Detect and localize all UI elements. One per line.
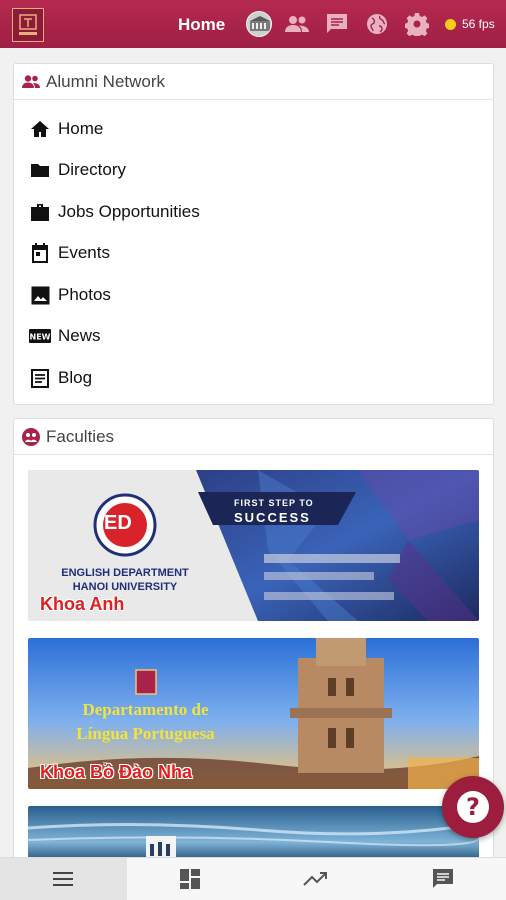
nav-trending-button[interactable] [253,858,380,900]
menu-item-label: Home [58,119,104,138]
banner-tagline-bottom: SUCCESS [234,510,311,525]
menu-item-label: Photos [58,285,111,304]
university-logo[interactable] [12,8,44,42]
alumni-network-card: Alumni Network Home Directory Jobs Oppor… [13,63,494,405]
faculties-header: Faculties [14,419,493,455]
banner-caption: Khoa Anh [40,594,125,614]
trending-icon [303,872,328,886]
english-dept-line2: HANOI UNIVERSITY [72,581,178,593]
fps-indicator-dot [445,19,456,30]
banner-tagline-top: FIRST STEP TO [234,498,314,508]
briefcase-icon [29,201,51,223]
menu-icon [53,872,74,886]
chat-icon [432,869,453,888]
folder-icon [29,159,51,181]
english-dept-line1: ENGLISH DEPARTMENT [61,567,189,579]
faculty-icon [21,427,41,447]
ed-logo-text: ED [104,512,132,534]
menu-item-label: Directory [58,160,127,179]
faculty-banner-portuguese[interactable]: Departamento de Língua Portuguesa Khoa B… [28,638,479,789]
alumni-network-title: Alumni Network [46,71,166,91]
faculty-banner-english[interactable]: ED ENGLISH DEPARTMENT HANOI UNIVERSITY F… [28,470,479,621]
nav-chat-button[interactable] [380,858,506,900]
portuguese-dept-line1: Departamento de [82,700,209,719]
user-avatar[interactable] [246,11,272,37]
people-icon[interactable] [284,11,310,37]
menu-item-news[interactable]: NEW News [29,321,101,351]
fps-counter: 56 fps [462,17,495,31]
portuguese-dept-line2: Língua Portuguesa [76,724,215,743]
people-icon [21,72,41,92]
menu-item-photos[interactable]: Photos [29,280,111,310]
chat-icon[interactable] [324,11,350,37]
banner-caption: Khoa Bồ Đào Nha [40,762,193,782]
help-question-icon: ? [457,791,489,823]
nav-menu-button[interactable] [0,858,127,900]
menu-item-blog[interactable]: Blog [29,363,92,393]
menu-item-label: News [58,326,101,345]
bottom-navigation [0,857,506,900]
faculties-card: Faculties ED ENGLISH DEPARTMENT HANOI UN… [13,418,494,868]
menu-item-label: Blog [58,368,93,387]
menu-item-directory[interactable]: Directory [29,155,126,185]
menu-item-label: Jobs Opportunities [58,202,200,221]
calendar-icon [29,242,51,264]
menu-item-home[interactable]: Home [29,114,103,144]
svg-text:NEW: NEW [30,333,51,342]
settings-gear-icon[interactable] [404,11,430,37]
alumni-network-header: Alumni Network [14,64,493,100]
top-app-bar: Home 56 fps [0,0,506,48]
photo-icon [29,284,51,306]
faculties-title: Faculties [46,426,115,446]
article-icon [29,367,51,389]
new-badge-icon: NEW [29,325,51,347]
page-title: Home [178,15,226,34]
menu-item-label: Events [58,243,110,262]
nav-dashboard-button[interactable] [127,858,254,900]
globe-icon[interactable] [364,11,390,37]
help-fab-button[interactable]: ? [442,776,504,838]
dashboard-icon [179,869,200,889]
menu-item-jobs[interactable]: Jobs Opportunities [29,197,200,227]
home-icon [29,118,51,140]
svg-text:?: ? [466,793,480,821]
menu-item-events[interactable]: Events [29,238,110,268]
